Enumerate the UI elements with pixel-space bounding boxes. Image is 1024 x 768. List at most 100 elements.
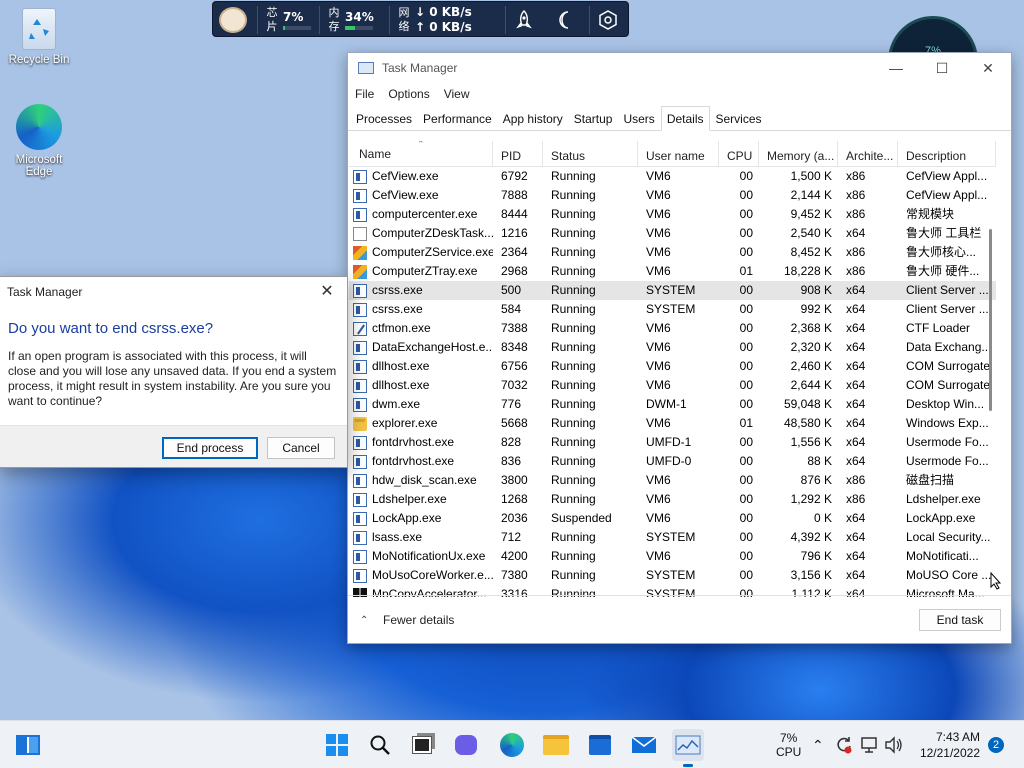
tab-services[interactable]: Services (711, 108, 767, 130)
tab-processes[interactable]: Processes (351, 108, 417, 130)
title-bar[interactable]: Task Manager — ☐ ✕ (348, 53, 1011, 83)
column-header-architecture[interactable]: Archite... (838, 141, 898, 167)
cell-user: VM6 (646, 321, 671, 335)
end-process-button[interactable]: End process (162, 437, 258, 459)
table-row[interactable]: csrss.exe 584 Running SYSTEM 00 992 K x64 Clien… (349, 300, 996, 319)
process-icon (353, 340, 367, 355)
scrollbar-thumb[interactable] (989, 229, 992, 411)
tab-users[interactable]: Users (618, 108, 659, 130)
hexagon-settings-icon (599, 10, 617, 30)
cell-architecture: x86 (846, 264, 866, 278)
table-row[interactable]: DataExchangeHost.e... 8348 Running VM6 00 2,3… (349, 338, 996, 357)
clock[interactable]: 7:43 AM 12/21/2022 (918, 721, 980, 768)
cell-architecture: x64 (846, 397, 866, 411)
store-button[interactable] (584, 729, 616, 761)
vertical-scrollbar[interactable] (985, 167, 995, 597)
tray-cpu-monitor[interactable]: 7% CPU (776, 721, 801, 768)
cell-memory: 9,452 K (790, 207, 832, 221)
edge-taskbar-button[interactable] (496, 729, 528, 761)
maximize-button[interactable]: ☐ (919, 53, 965, 83)
process-icon (353, 359, 367, 374)
table-row[interactable]: fontdrvhost.exe 828 Running UMFD-1 00 1,556 K… (349, 433, 996, 452)
cell-name: Ldshelper.exe (349, 490, 493, 509)
table-row[interactable]: MoUsoCoreWorker.e... 7380 Running SYSTEM 00 3… (349, 566, 996, 585)
night-mode-button[interactable] (555, 2, 577, 38)
task-manager-taskbar-button[interactable] (672, 729, 704, 767)
cell-status: Running (551, 568, 596, 582)
tab-startup[interactable]: Startup (569, 108, 618, 130)
cell-description: Desktop Win... (906, 397, 985, 411)
column-header-description[interactable]: Description (898, 141, 996, 167)
menu-view[interactable]: View (444, 87, 470, 101)
tab-details[interactable]: Details (660, 106, 710, 131)
chevron-up-icon: ⌃ (360, 614, 369, 626)
cell-user: SYSTEM (646, 302, 696, 316)
cell-memory: 1,556 K (790, 435, 832, 449)
menu-options[interactable]: Options (388, 87, 429, 101)
minimize-button[interactable]: — (873, 53, 919, 83)
table-row[interactable]: explorer.exe 5668 Running VM6 01 48,580 K x64 W… (349, 414, 996, 433)
dialog-close-button[interactable]: ✕ (307, 277, 347, 307)
volume-button[interactable] (884, 721, 904, 768)
column-header-cpu[interactable]: CPU (719, 141, 759, 167)
table-row[interactable]: MoNotificationUx.exe 4200 Running VM6 00 796 … (349, 547, 996, 566)
start-button[interactable] (321, 729, 353, 761)
table-row[interactable]: ComputerZDeskTask... 1216 Running VM6 00 2,54… (349, 224, 996, 243)
table-row[interactable]: CefView.exe 7888 Running VM6 00 2,144 K x86 Cef… (349, 186, 996, 205)
file-explorer-button[interactable] (540, 729, 572, 761)
chat-button[interactable] (450, 729, 482, 761)
tab-app-history[interactable]: App history (498, 108, 568, 130)
cell-cpu: 00 (739, 283, 753, 297)
cell-description: 常规模块 (906, 207, 955, 221)
menu-file[interactable]: File (355, 87, 374, 101)
settings-button[interactable] (597, 2, 619, 38)
table-row[interactable]: LockApp.exe 2036 Suspended VM6 00 0 K x64 LockA… (349, 509, 996, 528)
mail-button[interactable] (628, 729, 660, 761)
cancel-button[interactable]: Cancel (267, 437, 335, 459)
column-header-user[interactable]: User name (638, 141, 719, 167)
table-row[interactable]: computercenter.exe 8444 Running VM6 00 9,452 … (349, 205, 996, 224)
show-hidden-icons-button[interactable]: ⌃ (812, 721, 824, 768)
table-row[interactable]: lsass.exe 712 Running SYSTEM 00 4,392 K x64 Loc… (349, 528, 996, 547)
cell-cpu: 00 (739, 340, 753, 354)
cell-cpu: 00 (739, 188, 753, 202)
desktop-icon-edge[interactable]: Microsoft Edge (7, 104, 71, 178)
table-row[interactable]: CefView.exe 6792 Running VM6 00 1,500 K x86 Cef… (349, 167, 996, 186)
cell-architecture: x64 (846, 416, 866, 430)
tab-performance[interactable]: Performance (418, 108, 497, 130)
cell-cpu: 00 (739, 530, 753, 544)
table-row[interactable]: ctfmon.exe 7388 Running VM6 00 2,368 K x64 CTF … (349, 319, 996, 338)
rocket-button[interactable] (513, 2, 535, 38)
menu-bar: File Options View (348, 83, 1011, 105)
task-view-button[interactable] (406, 729, 438, 761)
system-monitor-widget[interactable]: 芯片 7% 内存 34% 网络 ↓ 0 KB/s ↑ 0 KB/s (212, 1, 629, 37)
dialog-footer: End process Cancel (0, 425, 347, 467)
close-button[interactable]: ✕ (965, 53, 1011, 83)
table-row[interactable]: ComputerZTray.exe 2968 Running VM6 01 18,228 … (349, 262, 996, 281)
cell-pid: 4200 (501, 549, 528, 563)
network-button[interactable] (860, 721, 880, 768)
cell-name: ComputerZDeskTask... (349, 224, 493, 243)
cell-architecture: x86 (846, 207, 866, 221)
notification-button[interactable]: 2 (988, 721, 1004, 768)
table-row[interactable]: fontdrvhost.exe 836 Running UMFD-0 00 88 K x64… (349, 452, 996, 471)
column-header-pid[interactable]: PID (493, 141, 543, 167)
tray-refresh-button[interactable] (834, 721, 854, 768)
cell-memory: 796 K (800, 549, 832, 563)
table-row[interactable]: csrss.exe 500 Running SYSTEM 00 908 K x64 Clien… (349, 281, 996, 300)
column-header-memory[interactable]: Memory (a... (759, 141, 838, 167)
table-row[interactable]: ComputerZService.exe 2364 Running VM6 00 8,45… (349, 243, 996, 262)
end-task-button[interactable]: End task (919, 609, 1001, 631)
fewer-details-button[interactable]: ⌃ Fewer details (360, 613, 454, 627)
table-row[interactable]: dwm.exe 776 Running DWM-1 00 59,048 K x64 Deskt… (349, 395, 996, 414)
desktop-icon-recycle-bin[interactable]: Recycle Bin (7, 8, 71, 66)
process-name: csrss.exe (372, 302, 423, 316)
table-row[interactable]: dllhost.exe 6756 Running VM6 00 2,460 K x64 COM… (349, 357, 996, 376)
search-button[interactable] (364, 729, 396, 761)
widgets-button[interactable] (12, 729, 44, 761)
notification-badge: 2 (988, 737, 1004, 753)
column-header-status[interactable]: Status (543, 141, 638, 167)
table-row[interactable]: hdw_disk_scan.exe 3800 Running VM6 00 876 K x8… (349, 471, 996, 490)
table-row[interactable]: Ldshelper.exe 1268 Running VM6 00 1,292 K x86 L… (349, 490, 996, 509)
table-row[interactable]: dllhost.exe 7032 Running VM6 00 2,644 K x64 COM… (349, 376, 996, 395)
